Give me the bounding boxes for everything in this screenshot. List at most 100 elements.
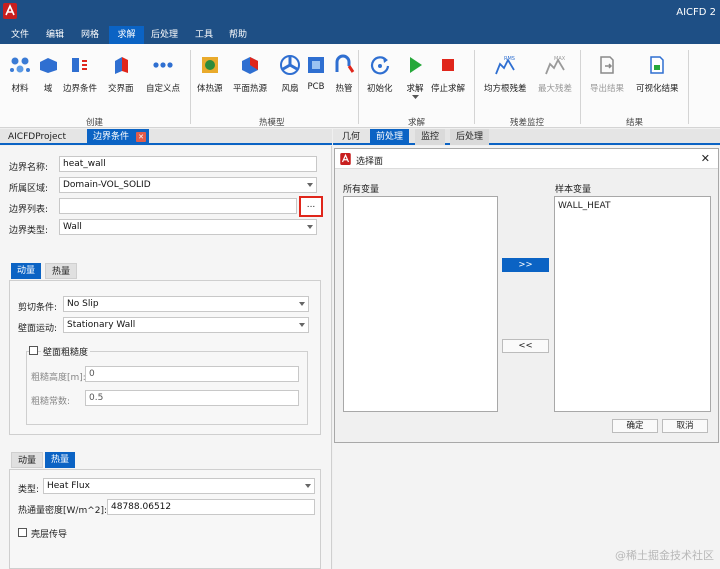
all-variables-list[interactable] bbox=[343, 196, 498, 412]
max-residual-label: 最大残差 bbox=[538, 84, 573, 94]
menu-file[interactable]: 文件 bbox=[6, 26, 34, 44]
boundary-name-input[interactable]: heat_wall bbox=[59, 156, 317, 172]
max-chart-icon: MAX bbox=[545, 56, 566, 75]
menu-postprocess[interactable]: 后处理 bbox=[146, 26, 183, 44]
group-label-heat-model: 热模型 bbox=[259, 118, 285, 128]
ribbon-separator bbox=[474, 50, 475, 124]
volume-heat-source-label: 体热源 bbox=[197, 84, 223, 94]
sample-variables-list[interactable]: WALL_HEAT bbox=[554, 196, 711, 412]
tab-boundary-condition[interactable]: 边界条件 ✕ bbox=[87, 129, 150, 145]
fan-icon bbox=[280, 55, 300, 75]
tab-aicfd-project[interactable]: AICFDProject bbox=[2, 129, 72, 145]
app-logo-icon bbox=[3, 3, 17, 19]
stop-icon bbox=[442, 59, 454, 71]
group-label-residual: 残差监控 bbox=[510, 118, 545, 128]
heat-flux-input[interactable]: 48788.06512 bbox=[107, 499, 315, 515]
interface-button[interactable]: 交界面 bbox=[108, 54, 134, 94]
dialog-title-bar: 选择面 ✕ bbox=[335, 149, 718, 169]
fan-label: 风扇 bbox=[281, 84, 299, 94]
rms-residual-button[interactable]: RMS 均方根残差 bbox=[484, 54, 527, 94]
tab-momentum[interactable]: 动量 bbox=[11, 263, 42, 279]
boundary-list-browse-button[interactable]: ... bbox=[299, 196, 323, 217]
group-label-create: 创建 bbox=[86, 118, 104, 128]
tab-heat[interactable]: 热量 bbox=[45, 263, 78, 279]
menu-edit[interactable]: 编辑 bbox=[41, 26, 69, 44]
plane-heat-source-button[interactable]: 平面热源 bbox=[233, 54, 267, 94]
initialize-label: 初始化 bbox=[367, 84, 393, 94]
select-surface-dialog: 选择面 ✕ 所有变量 >> << 样本变量 WALL_HEAT 确定 取消 bbox=[334, 148, 719, 443]
stop-solve-button[interactable]: 停止求解 bbox=[431, 54, 465, 94]
list-item[interactable]: WALL_HEAT bbox=[558, 201, 611, 211]
export-results-button[interactable]: 导出结果 bbox=[590, 54, 624, 94]
wall-roughness-checkbox[interactable] bbox=[29, 346, 38, 355]
initialize-button[interactable]: 初始化 bbox=[367, 54, 393, 94]
export-results-label: 导出结果 bbox=[590, 84, 625, 94]
chevron-down-icon bbox=[307, 183, 313, 187]
material-button[interactable]: 材料 bbox=[9, 54, 31, 94]
pcb-icon bbox=[308, 57, 324, 73]
roughness-height-input[interactable]: 0 bbox=[85, 366, 299, 382]
tab-heat-lower[interactable]: 热量 bbox=[45, 452, 76, 468]
fan-button[interactable]: 风扇 bbox=[279, 54, 301, 94]
watermark: @稀土掘金技术社区 bbox=[615, 549, 714, 562]
solve-label: 求解 bbox=[406, 84, 424, 94]
more-dots-icon bbox=[153, 62, 173, 68]
visualize-results-label: 可视化结果 bbox=[636, 84, 679, 94]
visualize-icon bbox=[650, 56, 664, 74]
domain-button[interactable]: 域 bbox=[37, 54, 59, 94]
tab-monitor[interactable]: 监控 bbox=[415, 129, 446, 145]
heat-pipe-button[interactable]: 热管 bbox=[333, 54, 355, 94]
wall-motion-select[interactable]: Stationary Wall bbox=[63, 317, 309, 333]
close-icon[interactable]: ✕ bbox=[701, 152, 710, 165]
region-select-value: Domain-VOL_SOLID bbox=[63, 180, 151, 190]
rms-icon-text: RMS bbox=[504, 56, 515, 62]
region-label: 所属区域: bbox=[9, 184, 49, 194]
visualize-results-button[interactable]: 可视化结果 bbox=[636, 54, 679, 94]
tab-preprocess[interactable]: 前处理 bbox=[370, 129, 410, 145]
group-label-solve: 求解 bbox=[408, 118, 426, 128]
boundary-condition-button[interactable]: 边界条件 bbox=[63, 54, 97, 94]
wall-motion-value: Stationary Wall bbox=[67, 320, 136, 330]
volume-heat-source-icon bbox=[201, 57, 218, 73]
chevron-down-icon bbox=[299, 302, 305, 306]
shear-condition-value: No Slip bbox=[67, 299, 99, 309]
chevron-down-icon[interactable] bbox=[411, 95, 419, 99]
tab-geometry[interactable]: 几何 bbox=[336, 129, 366, 145]
ribbon-separator bbox=[688, 50, 689, 124]
region-select[interactable]: Domain-VOL_SOLID bbox=[59, 177, 317, 193]
max-residual-button[interactable]: MAX 最大残差 bbox=[538, 54, 572, 94]
initialize-icon bbox=[370, 56, 389, 75]
boundary-type-select[interactable]: Wall bbox=[59, 219, 317, 235]
roughness-constant-input[interactable]: 0.5 bbox=[85, 390, 299, 406]
menu-solve[interactable]: 求解 bbox=[109, 26, 144, 44]
export-icon bbox=[600, 56, 614, 74]
volume-heat-source-button[interactable]: 体热源 bbox=[197, 54, 223, 94]
sample-variables-label: 样本变量 bbox=[555, 185, 592, 195]
heat-pipe-icon bbox=[335, 54, 355, 73]
heat-type-select[interactable]: Heat Flux bbox=[43, 478, 315, 494]
solve-button[interactable]: 求解 bbox=[404, 54, 426, 99]
interface-label: 交界面 bbox=[108, 84, 134, 94]
menu-help[interactable]: 帮助 bbox=[224, 26, 252, 44]
shear-condition-select[interactable]: No Slip bbox=[63, 296, 309, 312]
tab-momentum-lower[interactable]: 动量 bbox=[11, 452, 44, 468]
momentum-settings-box: 剪切条件: No Slip 壁面运动: Stationary Wall 壁面粗糙… bbox=[9, 280, 321, 435]
roughness-height-label: 粗糙高度[m]: bbox=[31, 373, 86, 383]
boundary-condition-label: 边界条件 bbox=[63, 84, 98, 94]
close-icon[interactable]: ✕ bbox=[136, 132, 147, 142]
custom-point-button[interactable]: 自定义点 bbox=[146, 54, 180, 94]
plane-heat-source-icon bbox=[242, 57, 258, 74]
plane-heat-source-label: 平面热源 bbox=[233, 84, 268, 94]
cancel-button[interactable]: 取消 bbox=[662, 419, 708, 433]
add-variable-button[interactable]: >> bbox=[502, 258, 549, 272]
boundary-list-input[interactable] bbox=[59, 198, 297, 214]
menu-bar: 文件 编辑 网格 求解 后处理 工具 帮助 bbox=[0, 26, 720, 44]
shell-conduction-checkbox[interactable] bbox=[18, 528, 27, 537]
menu-tools[interactable]: 工具 bbox=[190, 26, 218, 44]
tab-postprocess[interactable]: 后处理 bbox=[450, 129, 490, 145]
pcb-button[interactable]: PCB bbox=[305, 54, 327, 92]
ok-button[interactable]: 确定 bbox=[612, 419, 658, 433]
chevron-down-icon bbox=[299, 323, 305, 327]
remove-variable-button[interactable]: << bbox=[502, 339, 549, 353]
menu-mesh[interactable]: 网格 bbox=[76, 26, 104, 44]
